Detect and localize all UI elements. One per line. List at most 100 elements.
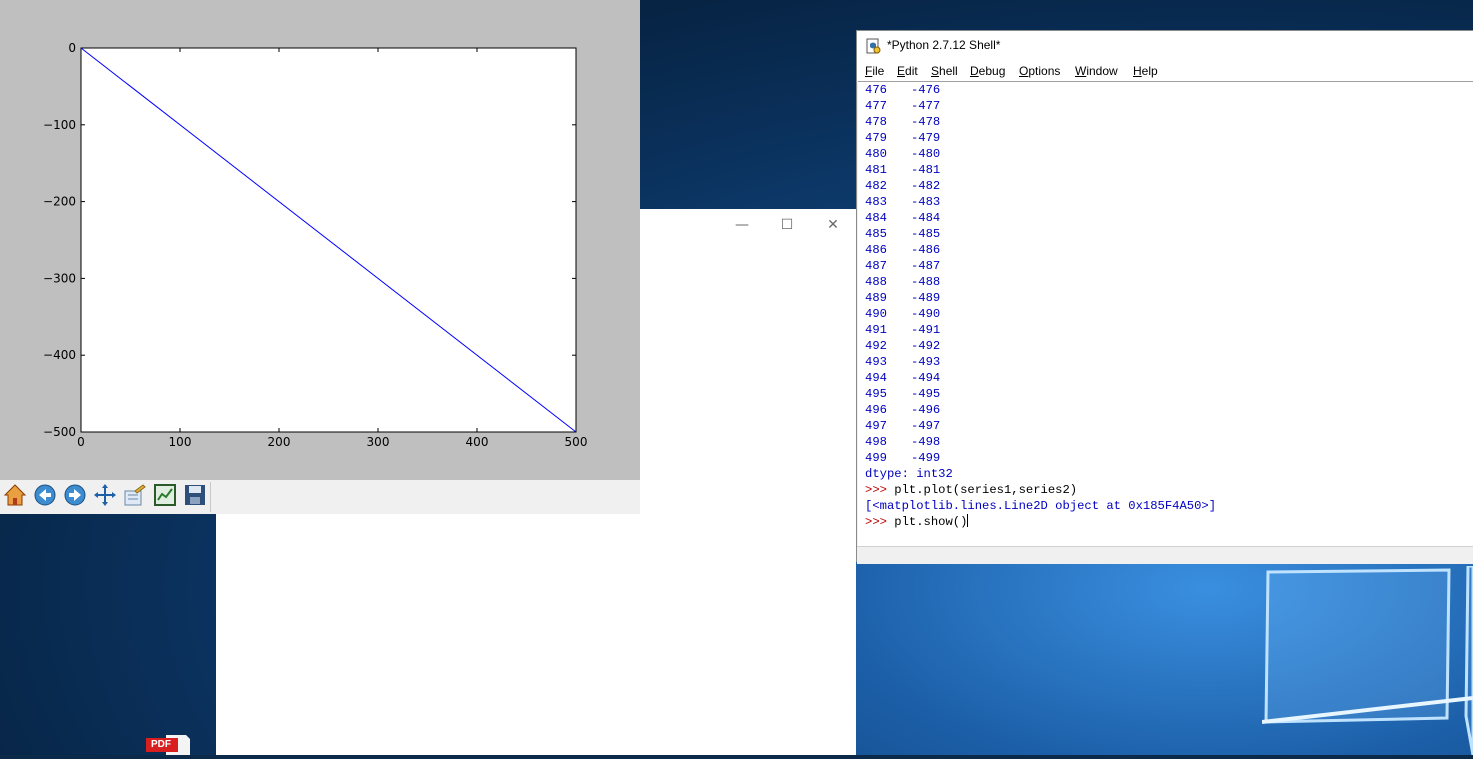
menu-window[interactable]: Window	[1075, 64, 1118, 78]
output-row: 480 -480	[865, 146, 940, 162]
output-value: -482	[910, 179, 941, 193]
plot-canvas[interactable]: 0 100 200 300 400 500 0 −100 −200 −300 −400 −500	[0, 0, 640, 480]
output-value: -492	[910, 339, 941, 353]
output-value: -476	[910, 83, 941, 97]
output-row: 478 -478	[865, 114, 940, 130]
output-row: 485 -485	[865, 226, 940, 242]
menu-file[interactable]: File	[865, 64, 884, 78]
x-tick-label: 300	[367, 435, 390, 449]
zoom-icon[interactable]	[153, 483, 181, 511]
command-text: plt.show()	[894, 515, 968, 529]
y-tick-label: −100	[43, 118, 76, 132]
matplotlib-figure: 0 100 200 300 400 500 0 −100 −200 −300 −400 −500	[0, 0, 640, 514]
save-icon[interactable]	[183, 483, 211, 511]
output-row: 489 -489	[865, 290, 940, 306]
output-row: 481 -481	[865, 162, 940, 178]
output-index: 484	[865, 211, 887, 225]
y-tick-label: 0	[68, 41, 76, 55]
output-value: -483	[910, 195, 941, 209]
output-index: 487	[865, 259, 887, 273]
result-line: [<matplotlib.lines.Line2D object at 0x18…	[865, 499, 1217, 513]
output-value: -494	[910, 371, 941, 385]
output-index: 494	[865, 371, 887, 385]
output-row: 491 -491	[865, 322, 940, 338]
toolbar-divider	[210, 482, 211, 512]
home-icon[interactable]	[3, 483, 31, 511]
close-button[interactable]: ✕	[821, 215, 845, 235]
y-tick-label: −200	[43, 195, 76, 209]
window-title: *Python 2.7.12 Shell*	[887, 38, 1001, 52]
output-index: 483	[865, 195, 887, 209]
pan-icon[interactable]	[93, 483, 121, 511]
output-index: 486	[865, 243, 887, 257]
output-index: 493	[865, 355, 887, 369]
output-value: -485	[910, 227, 941, 241]
status-bar	[857, 546, 1473, 564]
output-index: 482	[865, 179, 887, 193]
menu-edit[interactable]: Edit	[897, 64, 918, 78]
pdf-label: PDF	[151, 739, 171, 750]
command-text: plt.plot(series1,series2)	[894, 483, 1078, 497]
menu-shell[interactable]: Shell	[931, 64, 958, 78]
x-tick-label: 0	[77, 435, 85, 449]
title-bar[interactable]: *Python 2.7.12 Shell*	[857, 31, 1473, 61]
menu-help[interactable]: Help	[1133, 64, 1158, 78]
output-index: 485	[865, 227, 887, 241]
configure-subplots-icon[interactable]	[123, 483, 151, 511]
output-row: 493 -493	[865, 354, 940, 370]
command-line: >>> plt.show()	[865, 514, 969, 530]
output-row: 476 -476	[865, 82, 940, 98]
output-index: 488	[865, 275, 887, 289]
output-row: 479 -479	[865, 130, 940, 146]
output-value: -496	[910, 403, 941, 417]
x-tick-label: 500	[565, 435, 588, 449]
y-tick-label: −500	[43, 425, 76, 439]
pdf-file-icon[interactable]: PDF	[146, 735, 190, 755]
output-row: 487 -487	[865, 258, 940, 274]
output-value: -497	[910, 419, 941, 433]
output-value: -493	[910, 355, 941, 369]
back-icon[interactable]	[33, 483, 61, 511]
output-value: -479	[910, 131, 941, 145]
output-value: -487	[910, 259, 941, 273]
output-row: 483 -483	[865, 194, 940, 210]
output-index: 495	[865, 387, 887, 401]
output-index: 492	[865, 339, 887, 353]
output-value: -481	[910, 163, 941, 177]
idle-shell-window: *Python 2.7.12 Shell* File Edit Shell De…	[856, 30, 1473, 564]
menu-options[interactable]: Options	[1019, 64, 1060, 78]
output-value: -478	[910, 115, 941, 129]
output-row: 494 -494	[865, 370, 940, 386]
output-row: 488 -488	[865, 274, 940, 290]
x-tick-label: 100	[169, 435, 192, 449]
x-tick-label: 400	[466, 435, 489, 449]
output-index: 498	[865, 435, 887, 449]
output-index: 476	[865, 83, 887, 97]
output-row: 497 -497	[865, 418, 940, 434]
dtype-line: dtype: int32	[865, 467, 953, 481]
text-cursor	[967, 514, 969, 527]
shell-text-area[interactable]: dtype: int32 >>> plt.plot(series1,series…	[858, 81, 1473, 547]
output-row: 484 -484	[865, 210, 940, 226]
output-value: -488	[910, 275, 941, 289]
output-index: 477	[865, 99, 887, 113]
output-value: -498	[910, 435, 941, 449]
output-row: 486 -486	[865, 242, 940, 258]
output-index: 478	[865, 115, 887, 129]
output-value: -491	[910, 323, 941, 337]
output-index: 489	[865, 291, 887, 305]
output-value: -484	[910, 211, 941, 225]
minimize-button[interactable]: —	[730, 215, 754, 235]
forward-icon[interactable]	[63, 483, 91, 511]
prompt: >>>	[865, 515, 887, 529]
output-value: -495	[910, 387, 941, 401]
output-value: -490	[910, 307, 941, 321]
x-tick-label: 200	[268, 435, 291, 449]
output-index: 479	[865, 131, 887, 145]
output-index: 491	[865, 323, 887, 337]
output-row: 482 -482	[865, 178, 940, 194]
maximize-button[interactable]: ☐	[775, 215, 799, 235]
output-value: -499	[910, 451, 941, 465]
menu-debug[interactable]: Debug	[970, 64, 1005, 78]
python-idle-icon	[866, 38, 881, 54]
